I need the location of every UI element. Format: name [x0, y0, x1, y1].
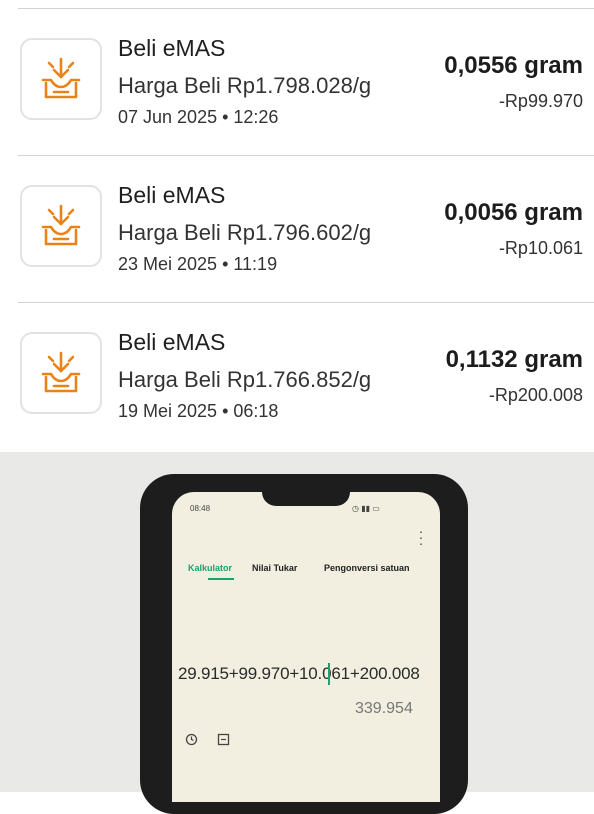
status-time: 08:48 — [190, 504, 211, 513]
gold-purchase-icon — [20, 185, 102, 267]
transaction-row[interactable]: Beli eMAS Harga Beli Rp1.766.852/g 19 Me… — [0, 303, 594, 449]
purchase-price: Harga Beli Rp1.796.602/g — [118, 220, 372, 245]
rupiah-amount: -Rp200.008 — [488, 385, 583, 405]
unit-converter-icon[interactable] — [216, 732, 230, 746]
transaction-title: Beli eMAS — [118, 35, 226, 61]
status-icons: ◷ ▮▮ ▭ — [352, 504, 380, 513]
signal-icon: ▮▮ — [361, 504, 371, 513]
gold-purchase-icon — [20, 332, 102, 414]
transaction-date: 23 Mei 2025 • 11:19 — [118, 254, 278, 274]
gram-amount: 0,0056 gram — [444, 199, 583, 226]
transaction-title: Beli eMAS — [118, 329, 226, 355]
alarm-icon: ◷ — [352, 504, 359, 513]
transaction-title: Beli eMAS — [118, 182, 226, 208]
more-menu-icon[interactable]: · · · — [416, 524, 426, 550]
transaction-date: 07 Jun 2025 • 12:26 — [118, 107, 279, 127]
active-tab-indicator — [208, 578, 234, 580]
tab-nilai-tukar[interactable]: Nilai Tukar — [252, 563, 297, 573]
transaction-date: 19 Mei 2025 • 06:18 — [118, 401, 279, 421]
transaction-row[interactable]: Beli eMAS Harga Beli Rp1.796.602/g 23 Me… — [0, 156, 594, 302]
calculator-result: 339.954 — [355, 700, 413, 717]
history-icon[interactable] — [184, 732, 198, 746]
gold-purchase-icon — [20, 38, 102, 120]
battery-icon: ▭ — [372, 504, 380, 513]
phone-screen — [172, 492, 440, 802]
tab-kalkulator[interactable]: Kalkulator — [188, 563, 232, 573]
tab-pengonversi-satuan[interactable]: Pengonversi satuan — [324, 563, 410, 573]
rupiah-amount: -Rp99.970 — [498, 91, 583, 111]
phone-notch — [262, 490, 350, 506]
purchase-price: Harga Beli Rp1.798.028/g — [118, 73, 372, 98]
transaction-list: Beli eMAS Harga Beli Rp1.798.028/g 07 Ju… — [0, 0, 594, 452]
gram-amount: 0,0556 gram — [444, 52, 583, 79]
transaction-row[interactable]: Beli eMAS Harga Beli Rp1.798.028/g 07 Ju… — [0, 9, 594, 155]
calculator-expression: 29.915+99.970+10.061+200.008 — [178, 664, 420, 683]
gram-amount: 0,1132 gram — [445, 346, 583, 373]
purchase-price: Harga Beli Rp1.766.852/g — [118, 367, 372, 392]
text-cursor — [328, 663, 330, 685]
rupiah-amount: -Rp10.061 — [498, 238, 583, 258]
